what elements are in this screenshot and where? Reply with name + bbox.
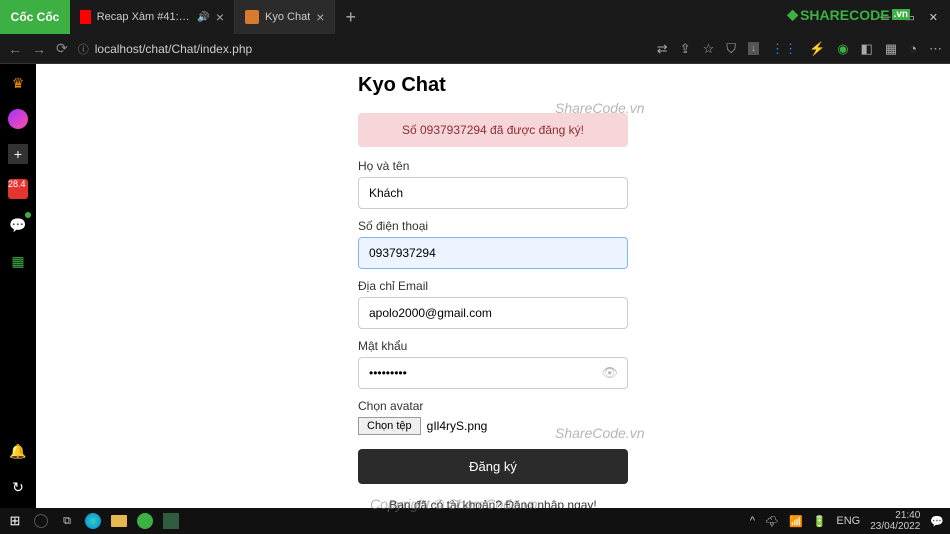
name-input[interactable] [358, 177, 628, 209]
clock[interactable]: 21:40 23/04/2022 [870, 510, 920, 532]
forward-button[interactable]: → [32, 41, 46, 57]
share-icon[interactable]: ⇪ [680, 41, 691, 57]
tray-lang[interactable]: ENG [836, 515, 860, 527]
name-label: Họ và tên [358, 159, 628, 173]
login-link[interactable]: Đăng nhập ngay! [505, 498, 596, 508]
address-bar: ← → ⟳ ⓘ localhost/chat/Chat/index.php ⇄ … [0, 34, 950, 64]
back-button[interactable]: ← [8, 41, 22, 57]
coccoc-taskbar-icon[interactable] [136, 512, 154, 530]
error-alert: Số 0937937294 đã được đăng ký! [358, 113, 628, 147]
site-info-icon[interactable]: ⓘ [78, 41, 89, 57]
coccoc-ext-icon[interactable]: ◉ [837, 41, 848, 57]
close-window-button[interactable]: ✕ [929, 11, 938, 24]
page-viewport: Kyo Chat Số 0937937294 đã được đăng ký! … [36, 64, 950, 508]
phone-input[interactable] [358, 237, 628, 269]
menu-icon[interactable]: ⋯ [929, 41, 942, 57]
login-prompt-text: Bạn đã có tài khoản? [389, 498, 505, 508]
phone-label: Số điện thoại [358, 219, 628, 233]
notepad-icon[interactable] [162, 512, 180, 530]
start-button[interactable]: ⊞ [6, 512, 24, 530]
tab-kyochat[interactable]: Kyo Chat × [235, 0, 335, 34]
bookmark-icon[interactable]: ☆ [703, 41, 715, 57]
browser-logo: Cốc Cốc [0, 0, 70, 34]
status-icon[interactable]: 💬 [7, 214, 29, 236]
url-text: localhost/chat/Chat/index.php [95, 42, 252, 56]
password-input[interactable] [358, 357, 628, 389]
history-icon[interactable]: ↻ [7, 476, 29, 498]
reload-button[interactable]: ⟳ [56, 40, 68, 57]
ext1-icon[interactable]: ◧ [861, 41, 873, 57]
toolbar-actions: ⇄ ⇪ ☆ ⛉ ↓ ⋮⋮ ⚡ ◉ ◧ ▦ ◔ ⋯ [657, 41, 942, 57]
messenger-icon[interactable] [7, 108, 29, 130]
minimize-button[interactable]: — [879, 11, 890, 23]
youtube-icon [80, 10, 91, 24]
login-prompt: Bạn đã có tài khoản? Đăng nhập ngay! [358, 498, 628, 508]
bell-icon[interactable]: 🔔 [7, 440, 29, 462]
signup-card: Kyo Chat Số 0937937294 đã được đăng ký! … [338, 64, 648, 508]
search-button[interactable] [32, 512, 50, 530]
chat-icon [245, 10, 259, 24]
plus-icon[interactable]: + [8, 144, 28, 164]
sound-icon[interactable]: 🔊 [197, 12, 209, 23]
avatar-label: Chọn avatar [358, 399, 628, 413]
edge-icon[interactable] [84, 512, 102, 530]
notifications-icon[interactable]: 💬 [930, 515, 944, 528]
tab-title: Kyo Chat [265, 11, 310, 23]
taskview-button[interactable]: ⧉ [58, 512, 76, 530]
maximize-button[interactable]: ▭ [904, 11, 914, 24]
ext2-icon[interactable]: ▦ [885, 41, 897, 57]
tab-title: Recap Xàm #41: Biệt Đội [97, 11, 192, 23]
bolt-icon[interactable]: ⚡ [809, 41, 825, 57]
grid-icon[interactable]: ▦ [7, 250, 29, 272]
tray-battery-icon[interactable]: 🔋 [813, 515, 827, 528]
clock-date: 23/04/2022 [870, 521, 920, 532]
email-input[interactable] [358, 297, 628, 329]
close-icon[interactable]: × [216, 9, 224, 25]
profile-icon[interactable]: ◔ [909, 41, 917, 56]
browser-sidebar: ♛ + 28.4 💬 ▦ 🔔 ↻ [0, 64, 36, 508]
crown-icon[interactable]: ♛ [7, 72, 29, 94]
submit-button[interactable]: Đăng ký [358, 449, 628, 484]
clock-time: 21:40 [870, 510, 920, 521]
page-title: Kyo Chat [358, 74, 628, 97]
app-icon[interactable]: 28.4 [7, 178, 29, 200]
eye-icon[interactable]: 👁 [601, 365, 618, 381]
browser-titlebar: Cốc Cốc Recap Xàm #41: Biệt Đội 🔊 × Kyo … [0, 0, 950, 34]
url-field[interactable]: ⓘ localhost/chat/Chat/index.php [78, 41, 647, 57]
new-tab-button[interactable]: + [335, 0, 366, 34]
close-icon[interactable]: × [316, 9, 324, 25]
tab-strip: Recap Xàm #41: Biệt Đội 🔊 × Kyo Chat × + [70, 0, 867, 34]
window-controls: — ▭ ✕ [867, 11, 950, 24]
file-name: gIl4ryS.png [427, 419, 488, 433]
cast-icon[interactable]: ⋮⋮ [771, 41, 797, 57]
shield-icon[interactable]: ⛉ [726, 41, 736, 57]
tab-youtube[interactable]: Recap Xàm #41: Biệt Đội 🔊 × [70, 0, 235, 34]
windows-taskbar: ⊞ ⧉ ^ 🌩 📶 🔋 ENG 21:40 23/04/2022 💬 [0, 508, 950, 534]
tray-up-icon[interactable]: ^ [750, 515, 755, 527]
download-icon[interactable]: ↓ [748, 42, 759, 55]
translate-icon[interactable]: ⇄ [657, 41, 668, 57]
tray-network-icon[interactable]: 🌩 [765, 515, 779, 528]
file-choose-button[interactable]: Chọn tệp [358, 417, 421, 435]
explorer-icon[interactable] [110, 512, 128, 530]
email-label: Địa chỉ Email [358, 279, 628, 293]
tray-wifi-icon[interactable]: 📶 [789, 515, 803, 528]
password-label: Mật khẩu [358, 339, 628, 353]
